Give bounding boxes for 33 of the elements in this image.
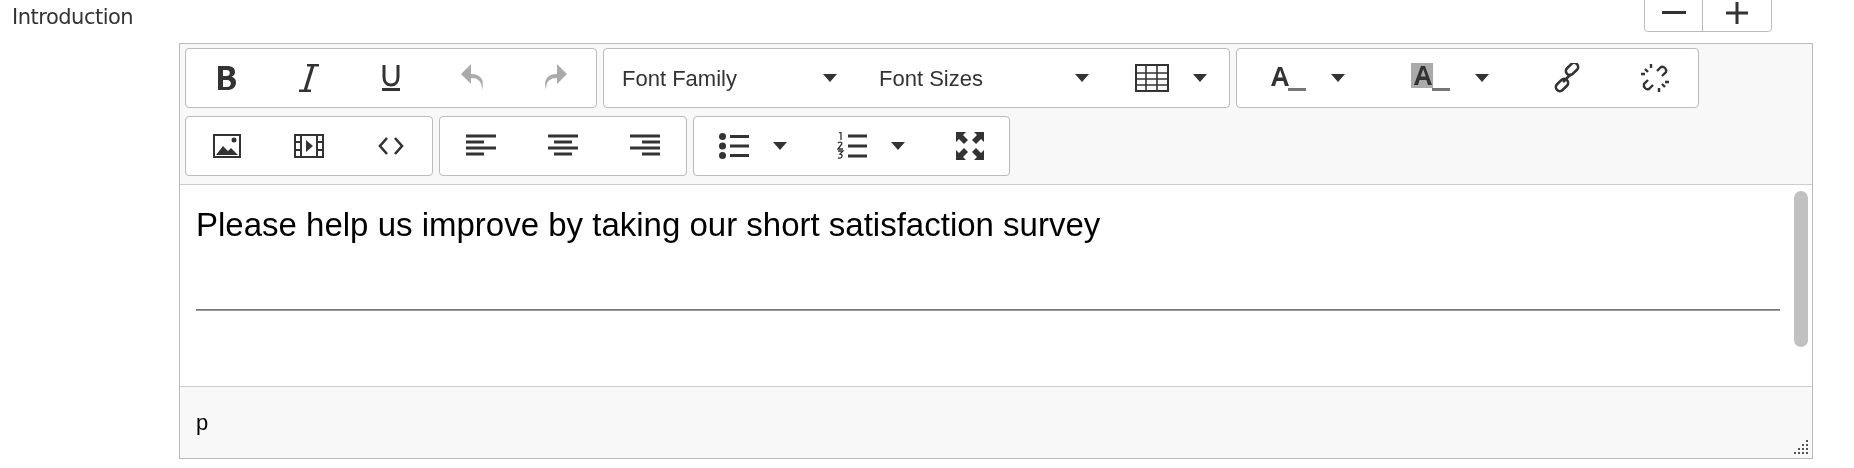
element-path[interactable]: p [196,406,209,439]
field-label: Introduction [12,5,134,29]
caret-icon [1331,74,1345,82]
align-left-icon [466,134,496,158]
scrollbar[interactable] [1794,191,1808,347]
font-size-dropdown[interactable]: Font Sizes [861,49,1113,107]
underline-icon [381,64,401,92]
bullet-list-icon [719,133,749,159]
caret-icon [1075,74,1089,82]
caret-icon [1474,74,1489,82]
caret-icon [823,74,837,82]
font-family-dropdown[interactable]: Font Family [604,49,861,107]
numbered-list-icon [837,132,867,160]
broken-link-icon [1639,62,1671,94]
text-color-icon [1269,64,1307,92]
image-icon [213,134,241,158]
plus-icon [1726,2,1748,24]
bold-icon [216,65,238,91]
resize-handle-icon[interactable] [1794,440,1808,454]
align-center-icon [548,134,578,158]
expand-arrows-icon [955,132,984,160]
code-brackets-icon [378,137,404,155]
caret-icon [1193,74,1207,82]
table-icon [1135,64,1169,92]
caret-icon [773,142,787,150]
film-strip-icon [294,134,324,158]
highlight-color-icon [1410,63,1451,93]
caret-icon [891,142,905,150]
italic-icon [298,64,320,92]
minus-icon [1661,11,1686,15]
link-icon [1552,63,1582,93]
paragraph: Please help us improve by taking our short satisfaction survey [196,205,1102,245]
align-right-icon [630,134,660,158]
